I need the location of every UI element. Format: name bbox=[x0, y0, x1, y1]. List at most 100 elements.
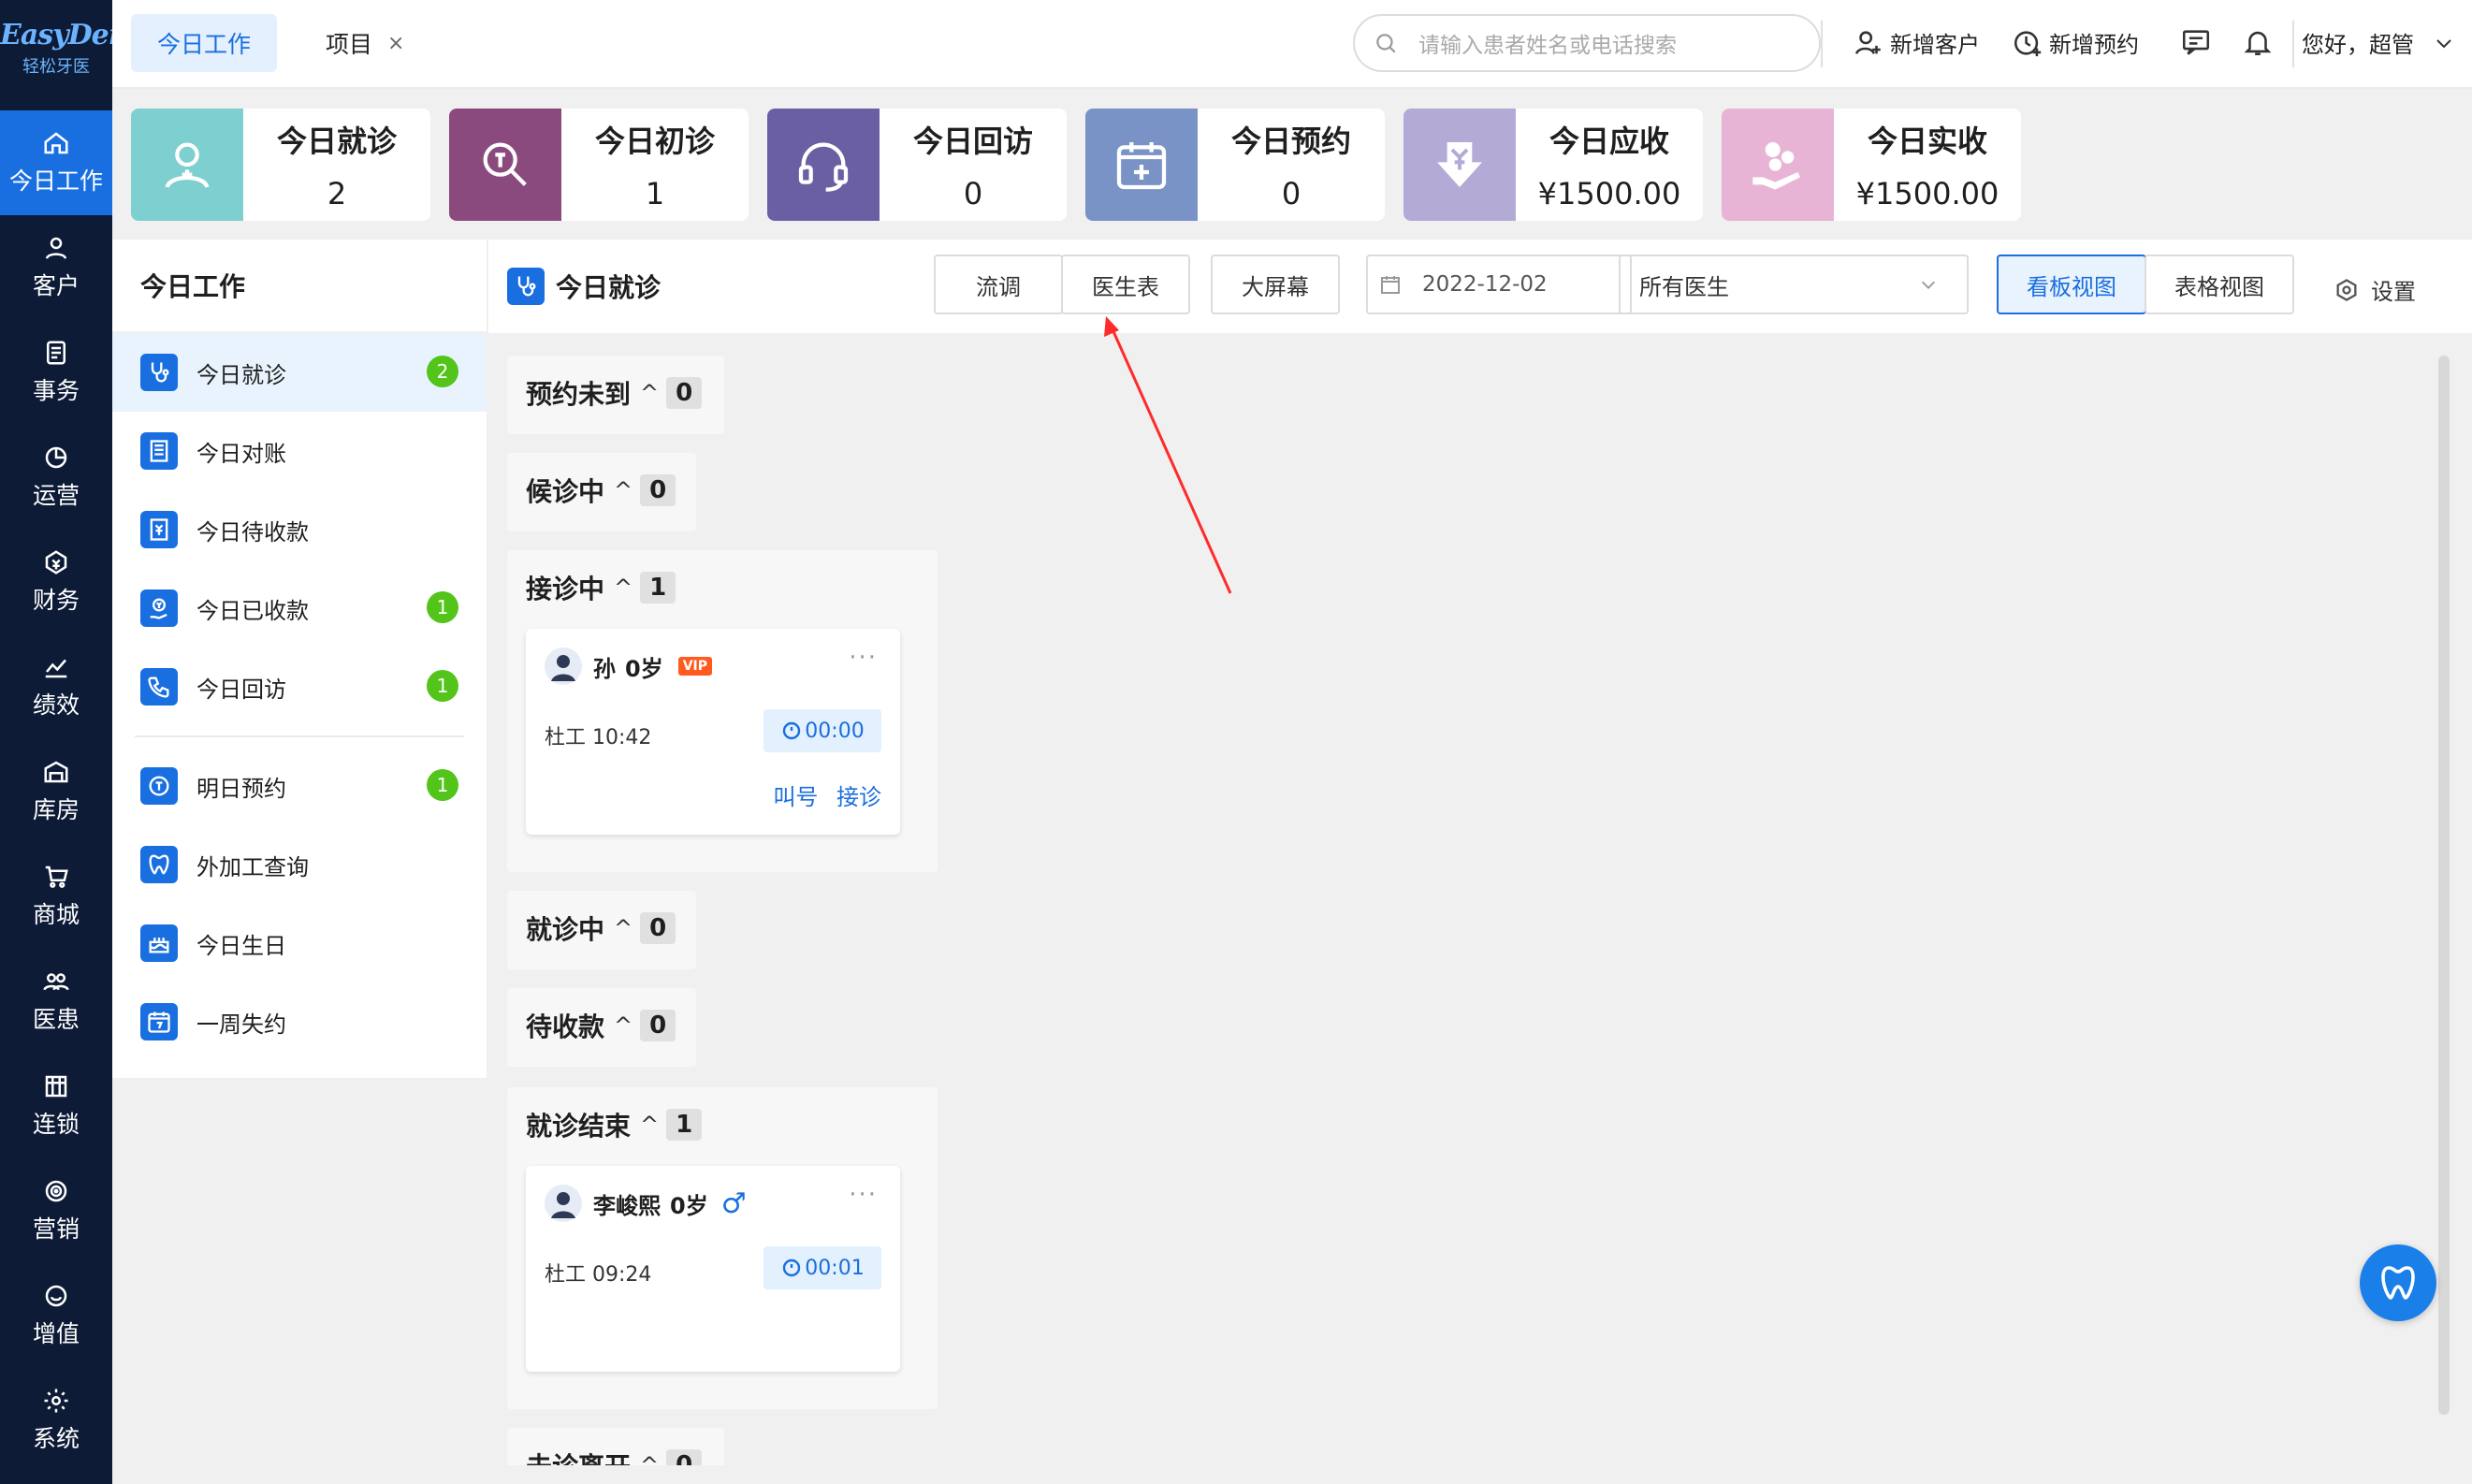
tab-label: 项目 bbox=[326, 31, 373, 58]
kanban-view-button[interactable]: 看板视图 bbox=[1997, 255, 2146, 314]
tooth-assistant-button[interactable] bbox=[2360, 1244, 2436, 1321]
tooth-icon bbox=[2381, 1266, 2415, 1300]
chevron-up-icon[interactable]: ^ bbox=[614, 1012, 633, 1039]
sidebar-item-reconciliation[interactable]: 今日对账 bbox=[112, 412, 487, 490]
sidebar-item-label: 一周失约 bbox=[196, 1011, 286, 1038]
nav-item-operations[interactable]: 运营 bbox=[0, 425, 112, 530]
chevron-up-icon[interactable]: ^ bbox=[614, 477, 633, 503]
nav-item-chain[interactable]: 连锁 bbox=[0, 1054, 112, 1158]
home-icon bbox=[44, 132, 68, 154]
nav-label: 增值 bbox=[32, 1320, 80, 1347]
nav-item-customer[interactable]: 客户 bbox=[0, 215, 112, 320]
chevron-up-icon[interactable]: ^ bbox=[640, 380, 659, 406]
more-icon[interactable]: ··· bbox=[849, 1181, 878, 1209]
nav-item-performance[interactable]: 绩效 bbox=[0, 634, 112, 739]
column-count: 1 bbox=[640, 572, 676, 604]
scrollbar[interactable] bbox=[2438, 356, 2450, 1415]
stat-card-appointments[interactable]: 今日预约 0 bbox=[1085, 109, 1385, 221]
page-title: 今日就诊 bbox=[507, 268, 661, 305]
column-header[interactable]: 未诊离开 ^ 0 bbox=[507, 1428, 724, 1465]
tab-project[interactable]: 项目 × bbox=[299, 14, 430, 72]
phone-icon bbox=[140, 668, 178, 706]
sidebar-item-label: 明日预约 bbox=[196, 775, 286, 802]
big-screen-button[interactable]: 大屏幕 bbox=[1211, 255, 1340, 314]
column-header[interactable]: 预约未到 ^ 0 bbox=[507, 356, 724, 430]
receive-link[interactable]: 接诊 bbox=[836, 784, 881, 810]
nav-label: 系统 bbox=[32, 1425, 80, 1452]
flow-button[interactable]: 流调 bbox=[934, 255, 1063, 314]
nav-label: 医患 bbox=[32, 1006, 80, 1033]
stat-label: 今日实收 bbox=[1867, 124, 1987, 159]
user-menu[interactable]: 您好，超管 bbox=[2302, 26, 2461, 59]
nav-item-finance[interactable]: 财务 bbox=[0, 530, 112, 634]
column-header[interactable]: 待收款 ^ 0 bbox=[507, 988, 696, 1063]
table-view-button[interactable]: 表格视图 bbox=[2145, 255, 2294, 314]
date-picker[interactable]: 2022-12-02 bbox=[1366, 255, 1632, 314]
ledger-icon bbox=[140, 432, 178, 470]
stat-card-received[interactable]: 今日实收 ¥1500.00 bbox=[1722, 109, 2021, 221]
page-title-text: 今日就诊 bbox=[556, 272, 662, 303]
column-count: 1 bbox=[666, 1109, 703, 1141]
logo-subtitle: 轻松牙医 bbox=[22, 57, 90, 77]
stat-card-first-visit[interactable]: 今日初诊 1 bbox=[449, 109, 749, 221]
sidebar-item-birthday[interactable]: 今日生日 bbox=[112, 904, 487, 982]
nav-item-today-work[interactable]: 今日工作 bbox=[0, 110, 112, 215]
chevron-up-icon[interactable]: ^ bbox=[614, 915, 633, 941]
stat-card-follow-up[interactable]: 今日回访 0 bbox=[767, 109, 1067, 221]
nav-item-warehouse[interactable]: 库房 bbox=[0, 739, 112, 844]
sidebar-item-pending-payment[interactable]: 今日待收款 bbox=[112, 490, 487, 569]
nav-item-mall[interactable]: 商城 bbox=[0, 844, 112, 949]
timer-badge: 00:00 bbox=[763, 709, 881, 752]
line-chart-icon bbox=[45, 659, 67, 678]
close-icon[interactable]: × bbox=[387, 32, 404, 55]
calendar-icon bbox=[1381, 276, 1400, 294]
notification-button[interactable] bbox=[2242, 26, 2279, 58]
doctor-time: 杜工 09:24 bbox=[545, 1263, 652, 1287]
sidebar-item-today-visits[interactable]: 今日就诊 2 bbox=[112, 333, 487, 412]
column-header[interactable]: 候诊中 ^ 0 bbox=[507, 453, 696, 528]
call-number-link[interactable]: 叫号 bbox=[773, 784, 818, 810]
user-icon bbox=[45, 237, 67, 259]
new-customer-button[interactable]: 新增客户 bbox=[1853, 26, 1980, 59]
chevron-up-icon[interactable]: ^ bbox=[640, 1452, 659, 1465]
nav-label: 事务 bbox=[32, 377, 80, 404]
patient-card[interactable]: 孙 0岁 VIP ··· 杜工 10:42 00:00 叫号 接诊 bbox=[526, 629, 900, 835]
doctor-select[interactable]: 所有医生 bbox=[1619, 255, 1969, 314]
stat-card-receivable[interactable]: 今日应收 ¥1500.00 bbox=[1403, 109, 1703, 221]
nav-item-doctor-patient[interactable]: 医患 bbox=[0, 949, 112, 1054]
top-bar: 今日工作 项目 × 请输入患者姓名或电话搜索 新增客户 新增预约 您好，超管 bbox=[112, 0, 2472, 89]
headset-icon bbox=[798, 142, 849, 192]
count-badge: 1 bbox=[427, 769, 458, 801]
add-clock-icon bbox=[2014, 30, 2042, 56]
chevron-up-icon[interactable]: ^ bbox=[614, 575, 633, 601]
sidebar-item-week-missed[interactable]: 一周失约 bbox=[112, 982, 487, 1061]
sidebar-item-outsourcing[interactable]: 外加工查询 bbox=[112, 825, 487, 904]
column-receiving: 接诊中 ^ 1 孙 0岁 VIP ··· 杜工 10:42 00:00 叫号 接… bbox=[507, 550, 938, 872]
date-value: 2022-12-02 bbox=[1422, 272, 1548, 297]
chevron-up-icon[interactable]: ^ bbox=[640, 1112, 659, 1138]
more-icon[interactable]: ··· bbox=[849, 644, 878, 672]
stat-card-visits[interactable]: 今日就诊 2 bbox=[131, 109, 430, 221]
column-header[interactable]: 就诊中 ^ 0 bbox=[507, 891, 696, 966]
sidebar-item-label: 今日待收款 bbox=[196, 518, 309, 546]
settings-button[interactable]: 设置 bbox=[2334, 273, 2416, 306]
nav-item-value-added[interactable]: 增值 bbox=[0, 1263, 112, 1368]
column-header[interactable]: 接诊中 ^ 1 bbox=[507, 550, 938, 625]
sidebar-item-received-payment[interactable]: 今日已收款 1 bbox=[112, 569, 487, 647]
column-count: 0 bbox=[640, 912, 676, 944]
stat-icon-bg bbox=[767, 109, 880, 221]
nav-item-system[interactable]: 系统 bbox=[0, 1368, 112, 1473]
nav-item-affairs[interactable]: 事务 bbox=[0, 320, 112, 425]
sidebar-item-tomorrow-appointments[interactable]: 明日预约 1 bbox=[112, 747, 487, 825]
column-header[interactable]: 就诊结束 ^ 1 bbox=[507, 1087, 938, 1162]
nav-item-marketing[interactable]: 营销 bbox=[0, 1158, 112, 1263]
sidebar-item-follow-up[interactable]: 今日回访 1 bbox=[112, 647, 487, 726]
column-title: 候诊中 bbox=[526, 476, 605, 507]
stat-icon-bg bbox=[1722, 109, 1834, 221]
search-input[interactable]: 请输入患者姓名或电话搜索 bbox=[1353, 14, 1821, 72]
doctor-table-button[interactable]: 医生表 bbox=[1061, 255, 1190, 314]
tab-today-work[interactable]: 今日工作 bbox=[131, 14, 278, 72]
new-appointment-button[interactable]: 新增预约 bbox=[2012, 26, 2139, 59]
patient-card[interactable]: 李峻熙 0岁 ♂ ··· 杜工 09:24 00:01 bbox=[526, 1166, 900, 1372]
message-button[interactable] bbox=[2180, 26, 2218, 58]
